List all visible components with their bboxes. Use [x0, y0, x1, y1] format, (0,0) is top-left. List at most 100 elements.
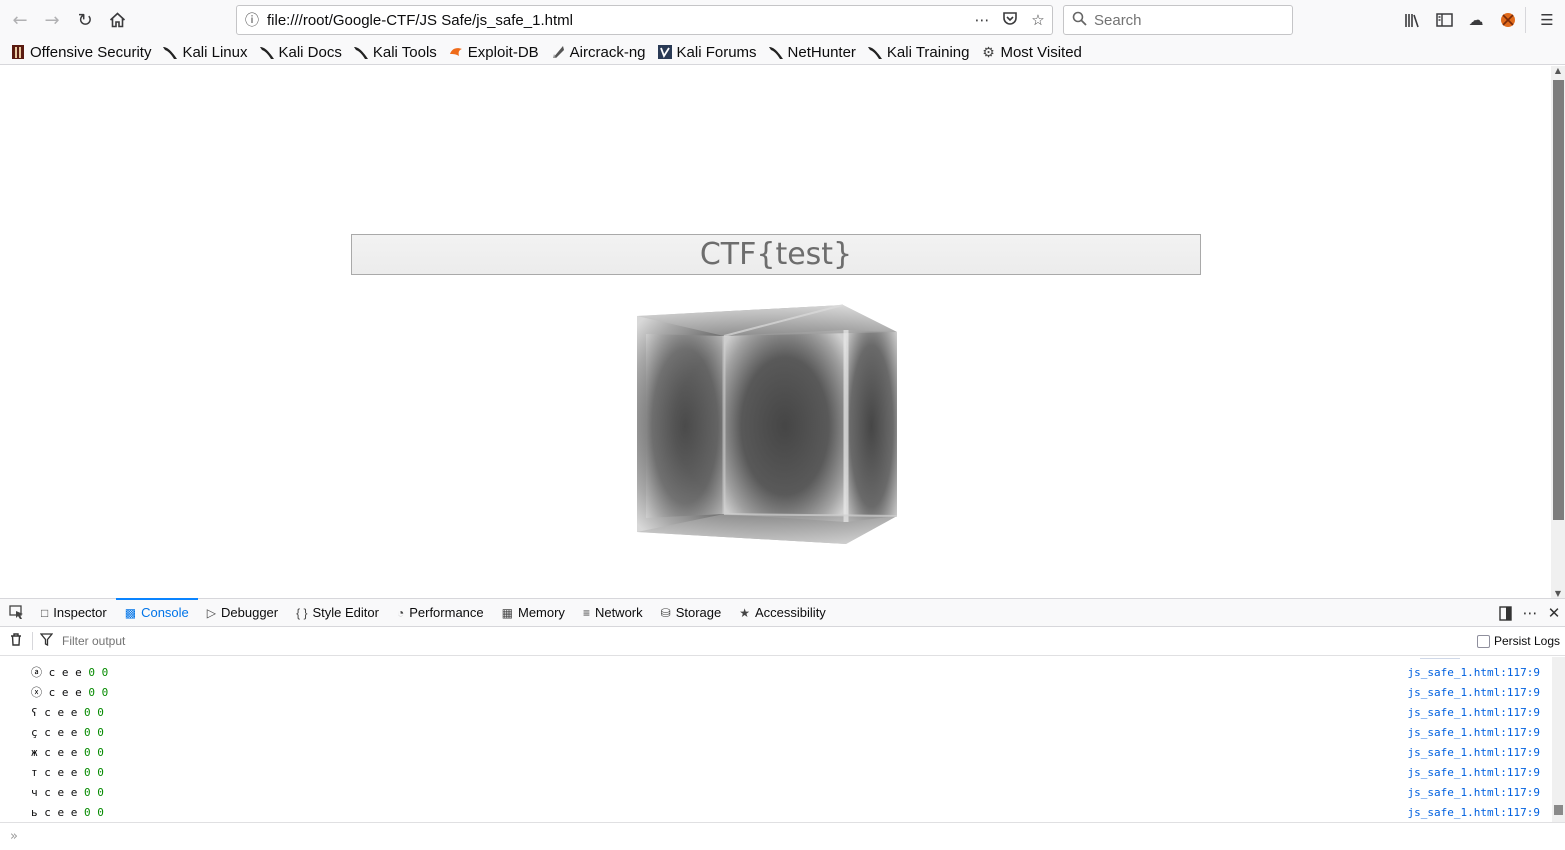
- page-scrollbar[interactable]: ▲ ▼: [1551, 66, 1565, 598]
- tab-style-editor[interactable]: { } Style Editor: [287, 599, 388, 626]
- console-row: ç c e e 0 0 js_safe_1.html:117:9: [0, 722, 1552, 742]
- bookmark-kali-tools[interactable]: Kali Tools: [353, 44, 437, 61]
- console-text: c e e: [44, 785, 78, 799]
- trash-icon[interactable]: [0, 632, 32, 650]
- console-source-link[interactable]: js_safe_1.html:117:9: [1408, 706, 1540, 719]
- scrollbar-thumb[interactable]: [1553, 80, 1564, 520]
- tab-storage[interactable]: ⛁ Storage: [652, 599, 731, 626]
- kali-dragon-icon: [162, 44, 178, 60]
- console-glyph: ç: [31, 725, 38, 739]
- bookmark-nethunter[interactable]: NetHunter: [768, 44, 856, 61]
- tab-inspector[interactable]: □ Inspector: [32, 599, 116, 626]
- bookmark-aircrack-ng[interactable]: Aircrack-ng: [550, 44, 646, 61]
- console-row: ⓐ c e e 0 0 js_safe_1.html:117:9: [0, 662, 1552, 682]
- bookmark-exploit-db[interactable]: Exploit-DB: [448, 44, 539, 61]
- tab-label: Debugger: [221, 605, 279, 620]
- star-icon[interactable]: ☆: [1024, 11, 1052, 29]
- forward-arrow-icon[interactable]: →: [38, 6, 66, 34]
- console-source-link[interactable]: js_safe_1.html:117:9: [1408, 666, 1540, 679]
- console-output: ⓐ c e e 0 0 js_safe_1.html:117:9 ⓧ c e e…: [0, 657, 1552, 822]
- search-placeholder: Search: [1094, 11, 1142, 29]
- console-filter-bar: Filter output Persist Logs: [0, 627, 1565, 656]
- tab-console[interactable]: ▩ Console: [115, 598, 198, 626]
- tab-label: Console: [141, 605, 189, 620]
- kali-dragon-icon: [259, 44, 275, 60]
- reload-icon[interactable]: ↻: [71, 6, 99, 34]
- network-icon: ≡: [582, 605, 590, 620]
- tab-network[interactable]: ≡ Network: [574, 599, 652, 626]
- bookmark-label: Offensive Security: [30, 43, 152, 61]
- pocket-icon[interactable]: [996, 11, 1024, 30]
- console-source-link[interactable]: js_safe_1.html:117:9: [1408, 806, 1540, 819]
- console-source-link[interactable]: js_safe_1.html:117:9: [1408, 746, 1540, 759]
- accessibility-icon: ★: [739, 605, 751, 620]
- bookmark-label: Most Visited: [1000, 43, 1082, 61]
- flag-input[interactable]: CTF{test}: [351, 234, 1201, 275]
- sync-icon[interactable]: ☁: [1465, 9, 1487, 31]
- dock-side-icon[interactable]: [1493, 599, 1517, 627]
- console-row: ж c e e 0 0 js_safe_1.html:117:9: [0, 742, 1552, 762]
- toolbar-divider: [1525, 7, 1526, 33]
- console-js-input[interactable]: »: [0, 822, 1565, 850]
- tab-debugger[interactable]: ▷ Debugger: [198, 599, 287, 626]
- library-icon[interactable]: [1401, 9, 1423, 31]
- tab-accessibility[interactable]: ★ Accessibility: [730, 599, 835, 626]
- browser-toolbar: ← → ↻ ⓘ file:///root/Google-CTF/JS Safe/…: [0, 0, 1565, 40]
- bookmark-kali-forums[interactable]: Kali Forums: [657, 44, 757, 61]
- persist-logs-toggle[interactable]: Persist Logs: [1476, 634, 1560, 648]
- bookmark-label: NetHunter: [787, 43, 856, 61]
- console-scrollbar[interactable]: [1552, 657, 1565, 822]
- scroll-up-arrow-icon[interactable]: ▲: [1551, 66, 1565, 75]
- scroll-down-arrow-icon[interactable]: ▼: [1551, 589, 1565, 598]
- tab-memory[interactable]: ▦ Memory: [493, 599, 574, 626]
- bookmark-offensive-security[interactable]: Offensive Security: [10, 44, 151, 61]
- more-options-icon[interactable]: ⋯: [1518, 599, 1542, 627]
- kali-dragon-icon: [353, 44, 369, 60]
- console-glyph: ч: [31, 785, 38, 799]
- back-arrow-icon[interactable]: ←: [6, 6, 34, 34]
- tab-label: Performance: [409, 605, 484, 620]
- hamburger-menu-icon[interactable]: ☰: [1536, 9, 1558, 31]
- url-bar[interactable]: ⓘ file:///root/Google-CTF/JS Safe/js_saf…: [236, 5, 1053, 35]
- page-content: CTF{test}: [0, 66, 1551, 598]
- addon-icon[interactable]: [1497, 9, 1519, 31]
- console-numbers: 0 0: [84, 745, 104, 759]
- tab-label: Memory: [517, 605, 565, 620]
- url-text[interactable]: file:///root/Google-CTF/JS Safe/js_safe_…: [267, 12, 968, 29]
- chevron-right-icon: »: [10, 829, 18, 844]
- bookmark-kali-docs[interactable]: Kali Docs: [259, 44, 342, 61]
- bookmark-kali-training[interactable]: Kali Training: [867, 44, 969, 61]
- filter-output-input[interactable]: Filter output: [62, 634, 125, 648]
- search-bar[interactable]: Search: [1063, 5, 1293, 35]
- console-source-link[interactable]: js_safe_1.html:117:9: [1408, 686, 1540, 699]
- bookmark-label: Kali Forums: [676, 43, 757, 61]
- performance-icon: ◔: [396, 605, 405, 620]
- tab-performance[interactable]: ◔ Performance: [388, 599, 493, 626]
- persist-logs-checkbox[interactable]: [1476, 634, 1490, 648]
- filter-icon: [33, 632, 59, 650]
- debugger-icon: ▷: [206, 605, 217, 620]
- console-source-link[interactable]: js_safe_1.html:117:9: [1408, 786, 1540, 799]
- console-icon: ▩: [124, 605, 137, 620]
- page-actions-icon[interactable]: ⋯: [968, 11, 996, 29]
- kali-forums-icon: [657, 44, 673, 60]
- console-source-link[interactable]: js_safe_1.html:117:9: [1408, 726, 1540, 739]
- console-numbers: 0 0: [84, 705, 104, 719]
- bookmark-kali-linux[interactable]: Kali Linux: [162, 44, 248, 61]
- close-devtools-icon[interactable]: ✕: [1542, 599, 1565, 627]
- console-row: ч c e e 0 0 js_safe_1.html:117:9: [0, 782, 1552, 802]
- bookmark-label: Kali Docs: [278, 43, 342, 61]
- aircrack-icon: [550, 44, 566, 60]
- console-scrollbar-thumb[interactable]: [1554, 805, 1563, 815]
- element-picker-icon[interactable]: [0, 599, 32, 626]
- sidebar-icon[interactable]: [1433, 9, 1455, 31]
- bookmark-label: Aircrack-ng: [569, 43, 646, 61]
- console-row: ⓧ c e e 0 0 js_safe_1.html:117:9: [0, 682, 1552, 702]
- console-numbers: 0 0: [84, 765, 104, 779]
- tab-label: Style Editor: [312, 605, 379, 620]
- info-icon[interactable]: ⓘ: [237, 10, 267, 30]
- console-source-link[interactable]: js_safe_1.html:117:9: [1408, 766, 1540, 779]
- home-icon[interactable]: [103, 6, 131, 34]
- tab-label: Inspector: [53, 605, 107, 620]
- bookmark-most-visited[interactable]: ⚙ Most Visited: [980, 43, 1082, 61]
